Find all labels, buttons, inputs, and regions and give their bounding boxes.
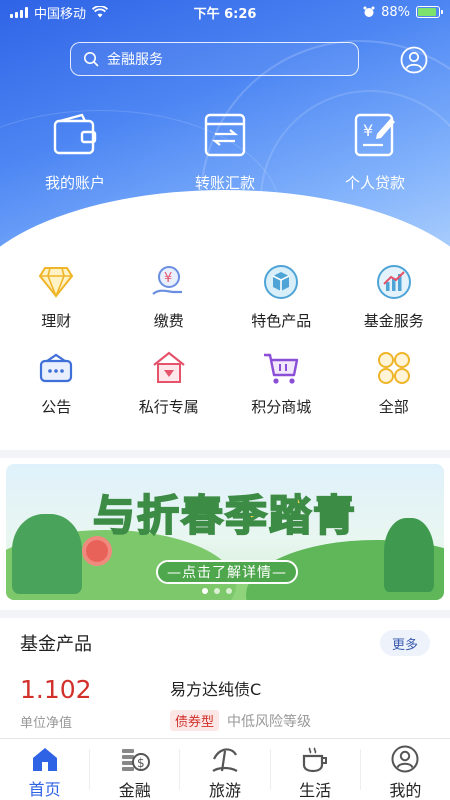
my-account-button[interactable]: 我的账户 [0, 110, 150, 193]
wifi-icon [92, 6, 109, 18]
tab-life[interactable]: 生活 [271, 739, 360, 800]
svg-text:¥: ¥ [363, 121, 373, 140]
service-label: 公告 [41, 398, 72, 416]
personal-loan-button[interactable]: ¥ 个人贷款 [300, 110, 450, 193]
banner-container: 与折春季踏青 —点击了解详情— [0, 458, 450, 610]
header-hero: 中国移动 下午 6:26 88% 金融服务 我的账户 转账汇款 ¥ 个人贷款 [0, 0, 450, 250]
service-label: 积分商城 [251, 398, 312, 416]
flower-icon [86, 540, 108, 562]
chart-icon [374, 262, 414, 302]
nav-label: 单位净值 [20, 716, 73, 731]
announcement-icon [36, 348, 76, 388]
banner-pagination [202, 588, 232, 594]
home-icon [30, 745, 60, 772]
payment-icon: ¥ [149, 262, 189, 302]
loan-icon: ¥ [351, 110, 399, 160]
diamond-icon [36, 262, 76, 302]
travel-icon [210, 745, 240, 773]
promo-banner[interactable]: 与折春季踏青 —点击了解详情— [6, 464, 444, 600]
all-icon [374, 348, 414, 388]
fund-type-badge: 债券型 [170, 710, 220, 731]
svg-text:$: $ [137, 756, 145, 770]
hero-action-label: 个人贷款 [344, 174, 405, 192]
tab-bar: 首页 $ 金融 旅游 生活 我的 [0, 738, 450, 800]
user-icon [400, 46, 428, 74]
cart-icon [261, 348, 301, 388]
service-label: 特色产品 [251, 312, 312, 330]
battery-percent: 88% [381, 4, 410, 20]
coffee-icon [300, 745, 330, 773]
tab-mine[interactable]: 我的 [361, 739, 450, 800]
section-title: 基金产品 [20, 634, 92, 655]
hero-actions: 我的账户 转账汇款 ¥ 个人贷款 [0, 110, 450, 193]
service-label: 理财 [41, 312, 72, 330]
alarm-icon [363, 6, 375, 17]
risk-level: 中低风险等级 [227, 713, 312, 730]
service-announcement[interactable]: 公告 [0, 348, 113, 434]
fund-item[interactable]: 1.102 单位净值 易方达纯债C 债券型 中低风险等级 [20, 676, 430, 731]
private-bank-icon [149, 348, 189, 388]
tab-travel[interactable]: 旅游 [180, 739, 269, 800]
tab-label: 生活 [299, 781, 332, 800]
nav-value: 1.102 [20, 675, 92, 704]
tab-label: 我的 [389, 781, 422, 800]
tab-finance[interactable]: $ 金融 [90, 739, 179, 800]
tab-label: 旅游 [208, 781, 241, 800]
cube-icon [261, 262, 301, 302]
search-icon [83, 51, 99, 67]
service-all[interactable]: 全部 [338, 348, 450, 434]
service-private-bank[interactable]: 私行专属 [113, 348, 226, 434]
fund-name: 易方达纯债C [170, 680, 262, 699]
profile-button[interactable] [398, 44, 430, 76]
transfer-button[interactable]: 转账汇款 [150, 110, 300, 193]
tab-label: 金融 [118, 781, 151, 800]
search-input[interactable]: 金融服务 [70, 42, 359, 76]
battery-icon [416, 6, 443, 18]
service-grid: 理财 ¥ 缴费 特色产品 基金服务 公告 私行专属 积分商城 全部 [0, 250, 450, 450]
signal-icon [10, 6, 28, 18]
service-label: 基金服务 [363, 312, 424, 330]
finance-icon: $ [120, 745, 150, 773]
profile-icon [390, 745, 420, 773]
service-points-mall[interactable]: 积分商城 [225, 348, 338, 434]
wallet-icon [51, 110, 99, 160]
tab-label: 首页 [28, 780, 61, 799]
fund-section: 基金产品 更多 1.102 单位净值 易方达纯债C 债券型 中低风险等级 [0, 618, 450, 738]
service-wealth[interactable]: 理财 [0, 262, 113, 348]
status-bar: 中国移动 下午 6:26 88% [0, 0, 450, 24]
svg-text:¥: ¥ [164, 271, 172, 286]
service-label: 私行专属 [138, 398, 199, 416]
banner-title: 与折春季踏青 [92, 490, 357, 541]
transfer-icon [201, 110, 249, 160]
tab-home[interactable]: 首页 [0, 739, 89, 800]
banner-cta[interactable]: —点击了解详情— [156, 560, 298, 584]
service-label: 全部 [378, 398, 409, 416]
service-fund[interactable]: 基金服务 [338, 262, 450, 348]
search-placeholder: 金融服务 [107, 52, 163, 68]
carrier-label: 中国移动 [34, 6, 87, 22]
service-payment[interactable]: ¥ 缴费 [113, 262, 226, 348]
more-button[interactable]: 更多 [380, 630, 430, 656]
hero-action-label: 我的账户 [44, 174, 105, 192]
hero-action-label: 转账汇款 [194, 174, 255, 192]
service-label: 缴费 [153, 312, 184, 330]
service-featured[interactable]: 特色产品 [225, 262, 338, 348]
